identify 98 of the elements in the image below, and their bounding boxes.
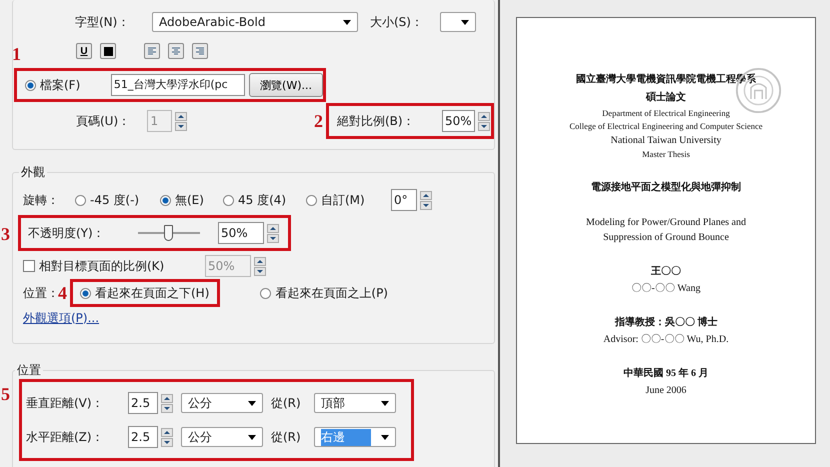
opacity-field[interactable]: 50% bbox=[218, 222, 264, 244]
radio-button[interactable] bbox=[260, 288, 272, 298]
document-text: Modeling for Power/Ground Planes and bbox=[586, 216, 746, 230]
document-text: 碩士論文 bbox=[646, 90, 686, 105]
up-arrow-icon bbox=[478, 112, 490, 120]
radio-label: 無(E) bbox=[175, 192, 205, 208]
unit-dropdown[interactable]: 公分 bbox=[181, 427, 263, 447]
slider-thumb[interactable] bbox=[164, 225, 173, 241]
unit-dropdown[interactable]: 公分 bbox=[181, 393, 263, 413]
annotation-number: 2 bbox=[314, 112, 323, 130]
down-arrow-icon bbox=[254, 266, 266, 276]
radio-button[interactable] bbox=[160, 194, 171, 206]
align-left-button[interactable] bbox=[144, 43, 160, 59]
align-center-icon bbox=[171, 46, 181, 56]
document-text: 中華民國 95 年 6 月 bbox=[624, 366, 708, 381]
page-label: 頁碼(U)： bbox=[76, 112, 132, 130]
size-label: 大小(S)： bbox=[370, 14, 424, 30]
rotation-label: 旋轉： bbox=[23, 192, 60, 208]
size-dropdown[interactable] bbox=[440, 12, 476, 32]
from-label: 從(R) bbox=[271, 428, 302, 446]
down-arrow-icon bbox=[175, 122, 187, 130]
radio-button[interactable] bbox=[306, 194, 317, 206]
document-text: Suppression of Ground Bounce bbox=[603, 231, 729, 245]
radio-button[interactable] bbox=[25, 80, 36, 90]
align-right-button[interactable] bbox=[192, 43, 208, 59]
spinner[interactable] bbox=[175, 112, 187, 130]
color-button[interactable] bbox=[100, 43, 116, 59]
document-text: 指導教授：吳〇〇 博士 bbox=[614, 315, 718, 330]
caret-icon bbox=[248, 434, 256, 440]
spinner[interactable] bbox=[420, 190, 432, 210]
annotation-number: 3 bbox=[1, 225, 10, 243]
seal-icon bbox=[735, 67, 782, 114]
spinner[interactable] bbox=[267, 224, 279, 242]
font-label: 字型(N)： bbox=[75, 14, 130, 30]
document-text: 王〇〇 bbox=[651, 265, 681, 279]
up-arrow-icon bbox=[254, 256, 266, 266]
group-title: 位置 bbox=[16, 362, 42, 379]
radio-label: -45 度(-) bbox=[90, 192, 140, 208]
up-arrow-icon bbox=[420, 190, 432, 200]
align-left-icon bbox=[147, 46, 157, 56]
caret-icon bbox=[343, 20, 351, 24]
from-label: 從(R) bbox=[271, 394, 302, 412]
caret-icon bbox=[248, 400, 256, 406]
down-arrow-icon bbox=[267, 234, 279, 242]
browse-button[interactable]: 瀏覽(W)... bbox=[249, 73, 323, 97]
checkbox[interactable] bbox=[23, 260, 35, 272]
distance-field[interactable]: 2.5 bbox=[128, 392, 158, 414]
angle-field[interactable]: 0° bbox=[391, 189, 417, 211]
document-text: 電源接地平面之模型化與地彈抑制 bbox=[591, 180, 741, 195]
down-arrow-icon bbox=[478, 122, 490, 130]
radio-label: 看起來在頁面之下(H) bbox=[95, 284, 210, 302]
radio-button[interactable] bbox=[223, 194, 234, 206]
underline-button[interactable]: U bbox=[76, 43, 92, 59]
document-text: Master Thesis bbox=[642, 148, 690, 161]
spinner[interactable] bbox=[254, 256, 266, 276]
distance-label: 垂直距離(V)： bbox=[26, 394, 105, 412]
annotation-number: 1 bbox=[12, 45, 21, 63]
position-label: 位置： bbox=[23, 284, 55, 302]
caret-icon bbox=[381, 434, 389, 440]
checkbox-label: 相對目標頁面的比例(K) bbox=[39, 258, 166, 274]
distance-field[interactable]: 2.5 bbox=[128, 426, 158, 448]
caret-icon bbox=[381, 400, 389, 406]
annotation-number: 5 bbox=[1, 385, 10, 403]
spinner[interactable] bbox=[161, 394, 173, 412]
radio-button[interactable] bbox=[75, 194, 86, 206]
align-right-icon bbox=[195, 46, 205, 56]
up-arrow-icon bbox=[161, 394, 173, 402]
opacity-label: 不透明度(Y)： bbox=[28, 224, 106, 242]
font-dropdown[interactable]: AdobeArabic-Bold bbox=[152, 12, 358, 32]
scale-field[interactable]: 50% bbox=[442, 110, 475, 132]
group-title: 外觀 bbox=[20, 164, 46, 181]
radio-button[interactable] bbox=[80, 288, 91, 298]
down-arrow-icon bbox=[161, 438, 173, 446]
absolute-scale-label: 絕對比例(B)： bbox=[337, 112, 416, 130]
radio-label: 看起來在頁面之上(P) bbox=[275, 284, 388, 302]
spinner[interactable] bbox=[478, 112, 490, 130]
document-text: College of Electrical Engineering and Computer Science bbox=[569, 120, 763, 133]
radio-label: 45 度(4) bbox=[238, 192, 288, 208]
distance-label: 水平距離(Z)： bbox=[26, 428, 105, 446]
from-dropdown[interactable]: 頂部 bbox=[314, 393, 396, 413]
align-center-button[interactable] bbox=[168, 43, 184, 59]
radio-label: 檔案(F) bbox=[40, 76, 82, 94]
file-field[interactable]: 51_台灣大學浮水印(pc bbox=[110, 74, 246, 96]
document-text: 〇〇-〇〇 Wang bbox=[632, 282, 700, 296]
document-text: Department of Electrical Engineering bbox=[602, 107, 730, 120]
radio-label: 自訂(M) bbox=[321, 192, 366, 208]
up-arrow-icon bbox=[175, 112, 187, 120]
appearance-options-link[interactable]: 外觀選項(P)... bbox=[23, 310, 100, 326]
annotation-number: 4 bbox=[58, 284, 67, 302]
document-text: National Taiwan University bbox=[610, 134, 722, 148]
spinner[interactable] bbox=[161, 428, 173, 446]
document-text: Advisor: 〇〇-〇〇 Wu, Ph.D. bbox=[603, 333, 729, 347]
up-arrow-icon bbox=[161, 428, 173, 436]
up-arrow-icon bbox=[267, 224, 279, 232]
down-arrow-icon bbox=[420, 200, 432, 210]
document-text: June 2006 bbox=[646, 384, 686, 398]
caret-icon bbox=[461, 20, 469, 24]
down-arrow-icon bbox=[161, 404, 173, 412]
